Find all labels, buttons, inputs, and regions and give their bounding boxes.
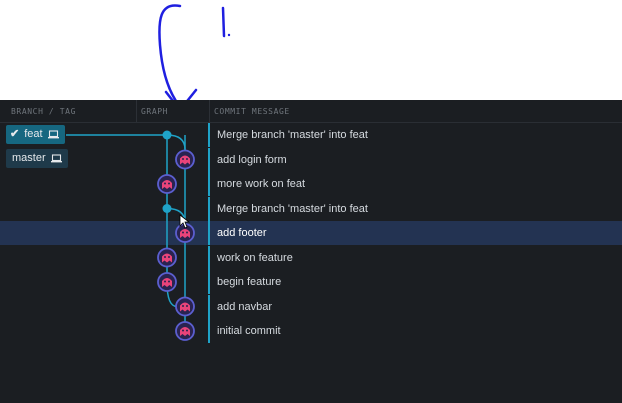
laptop-icon xyxy=(50,154,62,163)
commit-row[interactable]: Merge branch 'master' into feat xyxy=(0,196,622,221)
branch-label-master[interactable]: master xyxy=(6,149,68,168)
commit-row[interactable]: add footer xyxy=(0,221,622,245)
branch-name: master xyxy=(12,152,46,164)
commit-message-header[interactable]: COMMIT MESSAGE xyxy=(214,107,290,116)
branch-tag-header[interactable]: BRANCH / TAG xyxy=(11,107,76,116)
branch-name: feat xyxy=(24,128,43,140)
commit-row[interactable]: work on feature xyxy=(0,245,622,270)
commit-message: add footer xyxy=(208,221,267,245)
graph-header[interactable]: GRAPH xyxy=(141,107,168,116)
commit-row[interactable]: more work on feat xyxy=(0,172,622,196)
commit-message: add navbar xyxy=(208,294,272,319)
commit-message: more work on feat xyxy=(208,172,305,196)
commit-message: begin feature xyxy=(208,270,281,294)
drawn-arrow-curve xyxy=(158,4,182,100)
commit-row[interactable]: Merge branch 'master' into feat xyxy=(0,123,622,147)
commit-message: Merge branch 'master' into feat xyxy=(208,123,368,147)
git-graph-panel: BRANCH / TAG GRAPH COMMIT MESSAGE Merge … xyxy=(0,100,622,403)
commit-message: Merge branch 'master' into feat xyxy=(208,196,368,221)
column-header: BRANCH / TAG GRAPH COMMIT MESSAGE xyxy=(0,100,622,123)
handwritten-annotation xyxy=(158,4,231,100)
commit-row[interactable]: add navbar xyxy=(0,294,622,319)
commit-row[interactable]: begin feature xyxy=(0,270,622,294)
branch-label-feat[interactable]: ✔ feat xyxy=(6,125,65,144)
checkmark-icon: ✔ xyxy=(10,128,20,140)
column-resizer[interactable] xyxy=(136,100,137,122)
commit-message: initial commit xyxy=(208,319,281,343)
commit-message: add login form xyxy=(208,147,287,172)
laptop-icon xyxy=(47,130,59,139)
commit-row[interactable]: add login form xyxy=(0,147,622,172)
commit-row[interactable]: initial commit xyxy=(0,319,622,343)
drawn-number-one xyxy=(221,6,226,38)
column-resizer[interactable] xyxy=(209,100,210,122)
drawn-period xyxy=(227,33,231,37)
commit-message: work on feature xyxy=(208,245,293,270)
